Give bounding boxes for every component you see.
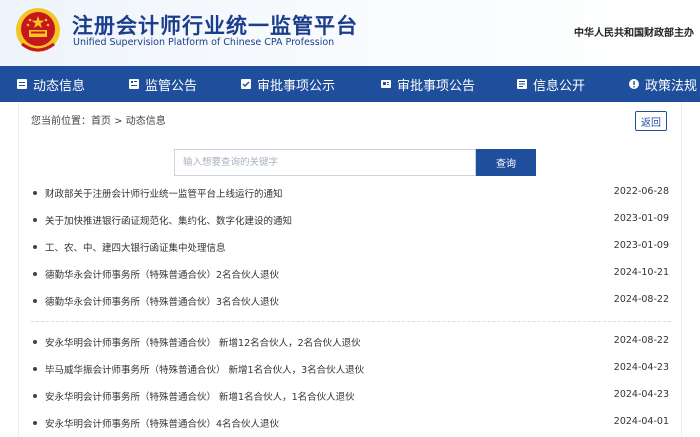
nav-item-approval-publicity[interactable]: 审批事项公示 [240, 66, 335, 102]
news-title[interactable]: 关于加快推进银行函证规范化、集约化、数字化建设的通知 [45, 213, 292, 227]
info-icon [517, 79, 527, 89]
nav-item-approval-announcement[interactable]: 审批事项公告 [380, 66, 475, 102]
document-icon [17, 79, 27, 89]
nav-item-regulatory-notice[interactable]: 监管公告 [128, 66, 197, 102]
bullet-icon [33, 218, 37, 222]
bullet-icon [33, 272, 37, 276]
nav-item-policies[interactable]: 政策法规 [628, 66, 697, 102]
news-item[interactable]: 德勤华永会计师事务所（特殊普通合伙）3名合伙人退伙 2024-08-22 [19, 288, 683, 315]
content-panel: 您当前位置：首页 > 动态信息 返回 查询 财政部关于注册会计师行业统一监管平台… [18, 102, 682, 437]
news-title[interactable]: 安永华明会计师事务所（特殊普通合伙） 新增1名合伙人，1名合伙人退伙 [45, 389, 355, 403]
news-item[interactable]: 安永华明会计师事务所（特殊普通合伙）4名合伙人退伙 2024-04-01 [19, 410, 683, 437]
list-divider [31, 321, 671, 322]
main-nav: 动态信息 监管公告 审批事项公示 审批事项公告 信息公开 政策法规 [0, 66, 700, 102]
news-item[interactable]: 毕马威华振会计师事务所（特殊普通合伙） 新增1名合伙人，3名合伙人退伙 2024… [19, 356, 683, 383]
nav-item-label: 动态信息 [33, 78, 86, 94]
news-title[interactable]: 德勤华永会计师事务所（特殊普通合伙）2名合伙人退伙 [45, 267, 279, 281]
nav-item-dynamic-info[interactable]: 动态信息 [16, 66, 85, 102]
bullet-icon [33, 367, 37, 371]
news-item[interactable]: 关于加快推进银行函证规范化、集约化、数字化建设的通知 2023-01-09 [19, 207, 683, 234]
nav-item-label: 审批事项公告 [397, 78, 476, 94]
breadcrumb: 您当前位置：首页 > 动态信息 [31, 116, 166, 127]
nav-item-label: 政策法规 [645, 78, 698, 94]
bulletin-icon [129, 79, 139, 89]
nav-item-label: 信息公开 [533, 78, 586, 94]
nav-item-label: 审批事项公示 [257, 78, 336, 94]
news-date: 2024-04-23 [613, 389, 669, 400]
policy-icon [629, 79, 639, 89]
announcement-icon [381, 80, 391, 88]
site-header: 注册会计师行业统一监管平台 Unified Supervision Platfo… [0, 0, 700, 66]
news-title[interactable]: 工、农、中、建四大银行函证集中处理信息 [45, 240, 226, 254]
bullet-icon [33, 340, 37, 344]
approval-icon [241, 79, 251, 89]
search-input[interactable] [174, 149, 476, 176]
news-item[interactable]: 工、农、中、建四大银行函证集中处理信息 2023-01-09 [19, 234, 683, 261]
bullet-icon [33, 421, 37, 425]
news-date: 2022-06-28 [613, 186, 669, 197]
site-title: 注册会计师行业统一监管平台 [72, 14, 358, 38]
news-item[interactable]: 德勤华永会计师事务所（特殊普通合伙）2名合伙人退伙 2024-10-21 [19, 261, 683, 288]
search-button[interactable]: 查询 [476, 149, 536, 176]
news-title[interactable]: 安永华明会计师事务所（特殊普通合伙） 新增12名合伙人，2名合伙人退伙 [45, 335, 361, 349]
ministry-label: 中华人民共和国财政部主办 [574, 28, 694, 39]
news-date: 2023-01-09 [613, 213, 669, 224]
nav-item-info-disclosure[interactable]: 信息公开 [516, 66, 585, 102]
news-title[interactable]: 安永华明会计师事务所（特殊普通合伙）4名合伙人退伙 [45, 416, 279, 430]
bullet-icon [33, 394, 37, 398]
back-button[interactable]: 返回 [635, 111, 667, 131]
news-item[interactable]: 安永华明会计师事务所（特殊普通合伙） 新增12名合伙人，2名合伙人退伙 2024… [19, 329, 683, 356]
news-title[interactable]: 德勤华永会计师事务所（特殊普通合伙）3名合伙人退伙 [45, 294, 279, 308]
news-date: 2024-08-22 [613, 335, 669, 346]
news-item[interactable]: 财政部关于注册会计师行业统一监管平台上线运行的通知 2022-06-28 [19, 180, 683, 207]
nav-item-label: 监管公告 [145, 78, 198, 94]
bullet-icon [33, 191, 37, 195]
bullet-icon [33, 245, 37, 249]
news-date: 2023-01-09 [613, 240, 669, 251]
site-subtitle: Unified Supervision Platform of Chinese … [73, 37, 335, 48]
news-title[interactable]: 毕马威华振会计师事务所（特殊普通合伙） 新增1名合伙人，3名合伙人退伙 [45, 362, 364, 376]
news-date: 2024-04-23 [613, 362, 669, 373]
news-date: 2024-10-21 [613, 267, 669, 278]
news-item[interactable]: 安永华明会计师事务所（特殊普通合伙） 新增1名合伙人，1名合伙人退伙 2024-… [19, 383, 683, 410]
news-title[interactable]: 财政部关于注册会计师行业统一监管平台上线运行的通知 [45, 186, 283, 200]
national-emblem-icon [16, 8, 60, 52]
news-date: 2024-04-01 [613, 416, 669, 427]
news-date: 2024-08-22 [613, 294, 669, 305]
bullet-icon [33, 299, 37, 303]
